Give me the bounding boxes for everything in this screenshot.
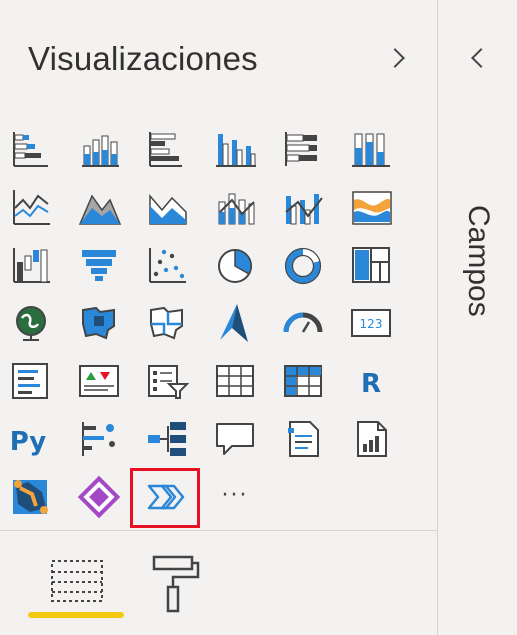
card-icon[interactable]: 123 <box>346 298 396 348</box>
line-and-clustered-column-chart-icon[interactable] <box>278 182 328 232</box>
clustered-bar-chart-icon[interactable] <box>142 124 192 174</box>
waterfall-chart-icon[interactable] <box>6 240 56 290</box>
shape-map-icon[interactable] <box>142 298 192 348</box>
arcgis-map-icon[interactable] <box>6 472 56 522</box>
stacked-bar-chart-icon[interactable] <box>6 124 56 174</box>
key-influencers-icon[interactable] <box>74 414 124 464</box>
donut-chart-icon[interactable] <box>278 240 328 290</box>
power-apps-icon[interactable] <box>74 472 124 522</box>
map-icon[interactable] <box>6 298 56 348</box>
visualizations-pane: Visualizaciones 123 R Py ··· <box>0 0 437 635</box>
pie-chart-icon[interactable] <box>210 240 260 290</box>
pane-title: Visualizaciones <box>28 40 258 77</box>
slicer-icon[interactable] <box>142 356 192 406</box>
format-tab[interactable] <box>132 545 222 625</box>
active-tab-indicator <box>28 612 124 618</box>
100-stacked-column-chart-icon[interactable] <box>346 124 396 174</box>
scatter-chart-icon[interactable] <box>142 240 192 290</box>
svg-text:123: 123 <box>360 317 383 331</box>
gauge-icon[interactable] <box>278 298 328 348</box>
selected-visual-highlight <box>130 468 200 528</box>
chevron-left-icon[interactable] <box>471 48 491 68</box>
line-and-stacked-column-chart-icon[interactable] <box>210 182 260 232</box>
100-stacked-bar-chart-icon[interactable] <box>278 124 328 174</box>
multi-row-card-icon[interactable] <box>6 356 56 406</box>
svg-text:R: R <box>361 369 381 399</box>
chevron-right-icon[interactable] <box>385 48 405 68</box>
table-icon[interactable] <box>210 356 260 406</box>
stacked-area-chart-icon[interactable] <box>142 182 192 232</box>
treemap-icon[interactable] <box>346 240 396 290</box>
filled-map-icon[interactable] <box>74 298 124 348</box>
decomposition-tree-icon[interactable] <box>142 414 192 464</box>
svg-text:Py: Py <box>10 427 47 457</box>
area-chart-icon[interactable] <box>74 182 124 232</box>
more-visuals-icon[interactable]: ··· <box>210 472 260 522</box>
azure-map-icon[interactable] <box>210 298 260 348</box>
pane-divider <box>0 530 437 531</box>
fields-pane-label[interactable]: Campos <box>461 205 495 317</box>
qa-icon[interactable] <box>210 414 260 464</box>
kpi-icon[interactable] <box>74 356 124 406</box>
matrix-icon[interactable] <box>278 356 328 406</box>
smart-narrative-icon[interactable] <box>278 414 328 464</box>
line-chart-icon[interactable] <box>6 182 56 232</box>
fields-pane-collapsed[interactable]: Campos <box>438 0 517 635</box>
ribbon-chart-icon[interactable] <box>346 182 396 232</box>
stacked-column-chart-icon[interactable] <box>74 124 124 174</box>
python-visual-icon[interactable]: Py <box>6 414 56 464</box>
svg-text:···: ··· <box>222 483 249 508</box>
funnel-chart-icon[interactable] <box>74 240 124 290</box>
r-script-visual-icon[interactable]: R <box>346 356 396 406</box>
paginated-report-icon[interactable] <box>346 414 396 464</box>
format-paint-roller-icon <box>152 555 200 613</box>
clustered-column-chart-icon[interactable] <box>210 124 260 174</box>
